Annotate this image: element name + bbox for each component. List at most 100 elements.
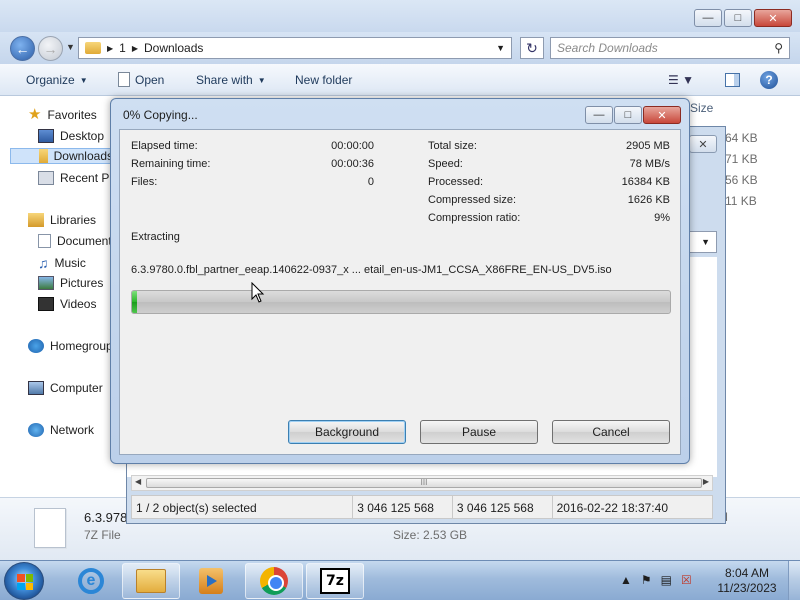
sidebar-item-music[interactable]: ♫ Music xyxy=(38,255,86,271)
show-desktop-button[interactable] xyxy=(788,561,800,600)
minimize-button[interactable]: — xyxy=(694,9,722,27)
minimize-button[interactable]: — xyxy=(585,106,613,124)
recent-pages-dropdown-icon[interactable]: ▼ xyxy=(66,42,75,52)
share-with-label: Share with xyxy=(196,73,253,87)
sidebar-item-favorites[interactable]: ★ Favorites xyxy=(28,107,97,122)
sidebar-item-videos[interactable]: Videos xyxy=(38,297,96,311)
search-icon[interactable]: ⚲ xyxy=(774,41,783,55)
maximize-button[interactable]: □ xyxy=(724,9,752,27)
forward-button[interactable]: → xyxy=(38,36,63,61)
7zip-icon: 7z xyxy=(320,568,350,594)
libraries-icon xyxy=(28,213,44,227)
size-column-header[interactable]: Size xyxy=(690,101,713,115)
sidebar-item-downloads[interactable]: Downloads xyxy=(10,148,114,164)
new-folder-label: New folder xyxy=(295,73,353,87)
extract-progress-dialog: 0% Copying... — □ ✕ Elapsed time: 00:00:… xyxy=(110,98,690,464)
explorer-titlebar[interactable]: — □ ✕ xyxy=(0,0,800,32)
notification-area: ▲ ⚑ ▤ ☒ xyxy=(620,573,692,587)
scroll-right-icon[interactable]: ▶ xyxy=(703,477,709,486)
sidebar-item-libraries[interactable]: Libraries xyxy=(28,213,96,227)
sidebar-item-documents[interactable]: Documents xyxy=(38,234,118,248)
close-button[interactable]: ✕ xyxy=(643,106,681,124)
network-disconnected-icon[interactable]: ☒ xyxy=(681,573,692,587)
address-dropdown-icon[interactable]: ▼ xyxy=(496,43,505,53)
taskbar-internet-explorer[interactable]: e xyxy=(62,563,120,599)
desktop-icon xyxy=(38,129,54,143)
scroll-left-icon[interactable]: ◀ xyxy=(135,477,141,486)
system-clock[interactable]: 8:04 AM 11/23/2023 xyxy=(712,566,782,596)
taskbar-7zip[interactable]: 7z xyxy=(306,563,364,599)
compressed-size-label: Compressed size: xyxy=(428,194,517,206)
taskbar-chrome[interactable] xyxy=(245,563,303,599)
size-cell: 11 KB xyxy=(725,194,757,208)
breadcrumb-separator-icon[interactable]: ▶ xyxy=(132,44,138,53)
sidebar-label: Videos xyxy=(60,297,97,311)
sidebar-item-desktop[interactable]: Desktop xyxy=(38,129,104,143)
total-size-label: Total size: xyxy=(428,140,477,152)
sidebar-label: Network xyxy=(50,423,95,437)
media-player-icon xyxy=(199,568,223,594)
cancel-button[interactable]: Cancel xyxy=(552,420,670,444)
sidebar-item-pictures[interactable]: Pictures xyxy=(38,276,103,290)
folder-icon xyxy=(85,42,101,54)
size-cell: 56 KB xyxy=(725,173,758,187)
speed-value: 78 MB/s xyxy=(629,158,670,170)
preview-pane-icon[interactable] xyxy=(725,73,740,87)
status-size: 3 046 125 568 xyxy=(353,496,453,518)
change-view-icon[interactable]: ☰ ▼ xyxy=(668,73,694,87)
sidebar-item-homegroup[interactable]: Homegroup xyxy=(28,339,113,353)
homegroup-icon xyxy=(28,339,44,353)
sidebar-item-network[interactable]: Network xyxy=(28,423,94,437)
mouse-pointer-icon xyxy=(251,282,265,303)
breadcrumb-downloads[interactable]: Downloads xyxy=(144,41,203,55)
sidebar-label: Pictures xyxy=(60,276,104,290)
refresh-button[interactable]: ↻ xyxy=(520,37,544,59)
organize-menu[interactable]: Organize ▼ xyxy=(26,73,88,87)
show-hidden-icons-icon[interactable]: ▲ xyxy=(620,573,632,587)
help-icon[interactable]: ? xyxy=(760,71,778,89)
sidebar-item-computer[interactable]: Computer xyxy=(28,381,103,395)
chevron-down-icon: ▼ xyxy=(79,75,88,85)
new-folder-button[interactable]: New folder xyxy=(295,73,352,87)
dialog-body: Elapsed time: 00:00:00 Remaining time: 0… xyxy=(119,129,681,455)
action-center-flag-icon[interactable]: ⚑ xyxy=(641,573,652,587)
close-button[interactable]: ✕ xyxy=(754,9,792,27)
status-modified: 2016-02-22 18:37:40 xyxy=(556,501,668,515)
recent-places-icon xyxy=(38,171,54,185)
scrollbar-thumb[interactable]: III xyxy=(146,478,702,488)
breadcrumb-root[interactable]: 1 xyxy=(119,41,126,55)
remaining-time-label: Remaining time: xyxy=(131,158,211,170)
back-button[interactable]: ← xyxy=(10,36,35,61)
current-file-name: 6.3.9780.0.fbl_partner_eeap.140622-0937_… xyxy=(131,264,612,276)
documents-icon xyxy=(38,234,51,248)
maximize-button[interactable]: □ xyxy=(614,106,642,124)
file-icon xyxy=(118,71,130,87)
search-placeholder: Search Downloads xyxy=(557,41,658,55)
windows-explorer-icon xyxy=(136,569,166,593)
elapsed-time-value: 00:00:00 xyxy=(331,140,374,152)
taskbar-media-player[interactable] xyxy=(182,563,240,599)
close-button[interactable]: ✕ xyxy=(689,135,717,153)
videos-icon xyxy=(38,297,54,311)
taskbar-windows-explorer[interactable] xyxy=(122,563,180,599)
pause-button[interactable]: Pause xyxy=(420,420,538,444)
computer-icon xyxy=(28,381,44,395)
share-with-menu[interactable]: Share with ▼ xyxy=(196,73,266,87)
open-label: Open xyxy=(135,73,165,87)
windows-logo-icon xyxy=(17,574,33,590)
open-button[interactable]: Open xyxy=(118,71,165,87)
speed-label: Speed: xyxy=(428,158,463,170)
start-button[interactable] xyxy=(4,562,44,600)
address-bar[interactable]: ▶ 1 ▶ Downloads ▼ xyxy=(78,37,512,59)
search-input[interactable]: Search Downloads ⚲ xyxy=(550,37,790,59)
file-icon xyxy=(34,508,66,548)
display-icon[interactable]: ▤ xyxy=(661,573,672,587)
dialog-caption-buttons: — □ ✕ xyxy=(585,106,681,124)
background-button[interactable]: Background xyxy=(288,420,406,444)
downloads-folder-icon xyxy=(39,149,48,163)
horizontal-scrollbar[interactable]: ◀ III ▶ xyxy=(131,475,713,491)
music-note-icon: ♫ xyxy=(38,255,49,271)
sidebar-label: Downloads xyxy=(53,149,113,163)
breadcrumb-separator-icon[interactable]: ▶ xyxy=(107,44,113,53)
navigation-bar: ← → ▼ ▶ 1 ▶ Downloads ▼ ↻ Search Downloa… xyxy=(0,32,800,64)
